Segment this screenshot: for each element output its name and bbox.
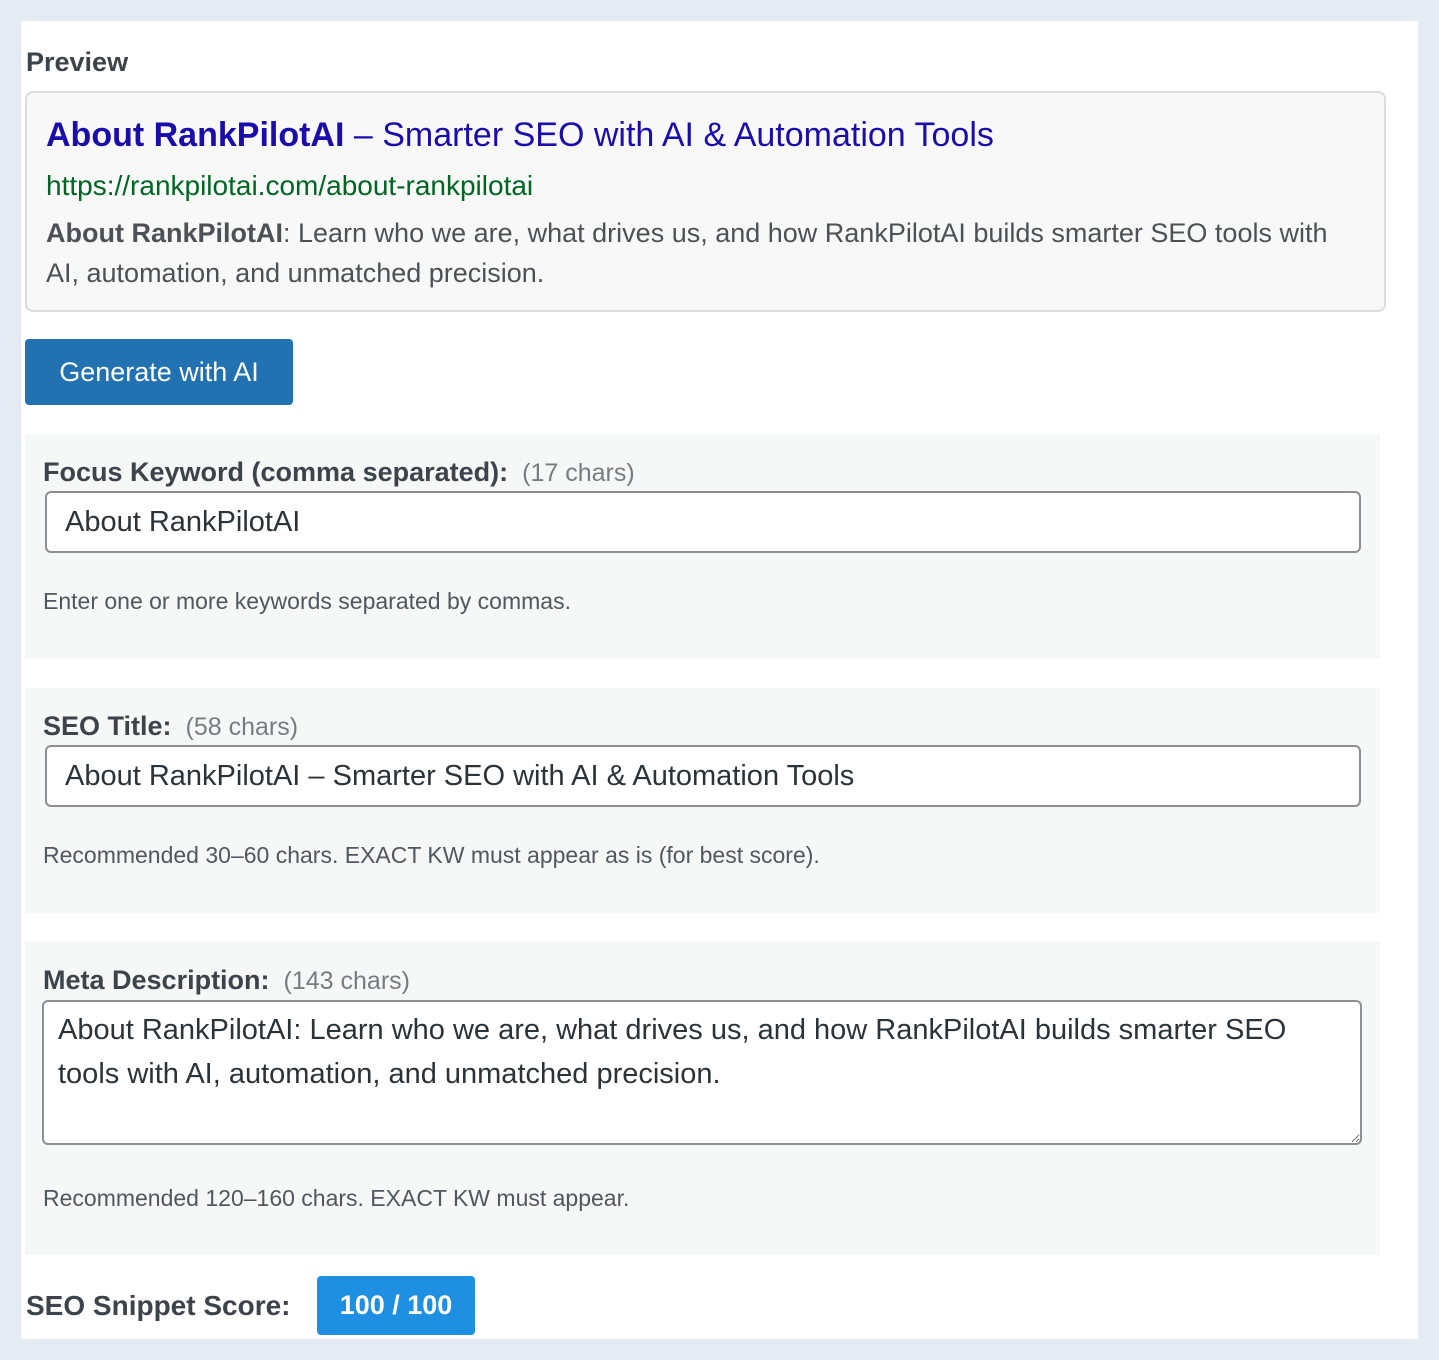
seo-score-label: SEO Snippet Score:: [26, 1290, 291, 1321]
seo-title-char-count: (58 chars): [185, 713, 299, 741]
seo-score-badge: 100 / 100: [317, 1276, 475, 1335]
seo-title-hint: Recommended 30–60 chars. EXACT KW must a…: [43, 842, 820, 868]
serp-preview-box: About RankPilotAI – Smarter SEO with AI …: [25, 91, 1386, 312]
seo-title-input[interactable]: [45, 745, 1361, 807]
preview-title: About RankPilotAI – Smarter SEO with AI …: [46, 115, 994, 155]
meta-description-char-count: (143 chars): [283, 967, 410, 995]
preview-heading: Preview: [26, 47, 129, 77]
focus-keyword-label: Focus Keyword (comma separated):: [43, 457, 509, 487]
meta-description-section: Meta Description: (143 chars) About RankP…: [25, 942, 1380, 1255]
preview-title-rest: – Smarter SEO with AI & Automation Tools: [344, 116, 994, 154]
focus-keyword-label-row: Focus Keyword (comma separated): (17 char…: [43, 456, 635, 493]
preview-url: https://rankpilotai.com/about-rankpilota…: [46, 170, 534, 201]
preview-title-keyword: About RankPilotAI: [46, 116, 345, 154]
meta-description-label-row: Meta Description: (143 chars): [43, 964, 410, 1001]
seo-title-label: SEO Title:: [43, 711, 172, 741]
meta-description-label: Meta Description:: [43, 965, 270, 995]
preview-description: About RankPilotAI: Learn who we are, wha…: [46, 213, 1346, 293]
focus-keyword-section: Focus Keyword (comma separated): (17 char…: [25, 434, 1380, 658]
focus-keyword-input[interactable]: [45, 491, 1361, 553]
seo-title-section: SEO Title: (58 chars) Recommended 30–60 c…: [25, 688, 1380, 913]
focus-keyword-hint: Enter one or more keywords separated by …: [43, 588, 571, 614]
seo-snippet-panel: Preview About RankPilotAI – Smarter SEO …: [21, 21, 1418, 1339]
preview-description-keyword: About RankPilotAI: [46, 218, 283, 248]
meta-description-hint: Recommended 120–160 chars. EXACT KW must…: [43, 1185, 630, 1211]
generate-with-ai-button[interactable]: Generate with AI: [25, 339, 293, 405]
meta-description-textarea[interactable]: About RankPilotAI: Learn who we are, wha…: [42, 1000, 1362, 1145]
focus-keyword-char-count: (17 chars): [522, 459, 635, 487]
seo-title-label-row: SEO Title: (58 chars): [43, 710, 298, 747]
